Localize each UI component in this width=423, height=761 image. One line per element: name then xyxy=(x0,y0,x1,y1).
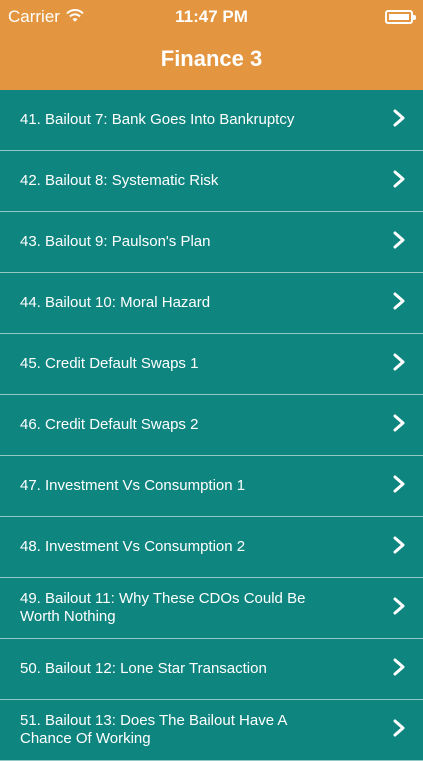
status-bar: Carrier 11:47 PM xyxy=(0,0,423,34)
chevron-right-icon xyxy=(393,475,405,497)
list-item-label: 47. Investment Vs Consumption 1 xyxy=(20,477,246,494)
clock: 11:47 PM xyxy=(175,7,248,26)
chevron-right-icon xyxy=(393,597,405,619)
list-item[interactable]: 41. Bailout 7: Bank Goes Into Bankruptcy xyxy=(0,90,423,151)
lesson-list: 41. Bailout 7: Bank Goes Into Bankruptcy… xyxy=(0,90,423,761)
chevron-right-icon xyxy=(393,658,405,680)
list-item-label: 49. Bailout 11: Why These CDOs Could Be … xyxy=(20,590,306,625)
battery-icon xyxy=(385,10,416,24)
chevron-right-icon xyxy=(393,170,405,192)
list-item[interactable]: 47. Investment Vs Consumption 1 xyxy=(0,456,423,517)
list-item-label: 44. Bailout 10: Moral Hazard xyxy=(20,294,211,311)
list-item-label: 50. Bailout 12: Lone Star Transaction xyxy=(20,660,267,677)
list-item[interactable]: 43. Bailout 9: Paulson's Plan xyxy=(0,212,423,273)
list-item[interactable]: 49. Bailout 11: Why These CDOs Could Be … xyxy=(0,578,423,639)
list-item[interactable]: 44. Bailout 10: Moral Hazard xyxy=(0,273,423,334)
chevron-right-icon xyxy=(393,109,405,131)
list-item-label: 45. Credit Default Swaps 1 xyxy=(20,355,199,372)
list-item-label: 48. Investment Vs Consumption 2 xyxy=(20,538,246,555)
chevron-right-icon xyxy=(393,719,405,741)
chevron-right-icon xyxy=(393,536,405,558)
list-item[interactable]: 48. Investment Vs Consumption 2 xyxy=(0,517,423,578)
header: Carrier 11:47 PM Finance 3 xyxy=(0,0,423,90)
chevron-right-icon xyxy=(393,414,405,436)
chevron-right-icon xyxy=(393,292,405,314)
list-item[interactable]: 42. Bailout 8: Systematic Risk xyxy=(0,151,423,212)
list-item-label: 41. Bailout 7: Bank Goes Into Bankruptcy xyxy=(20,111,295,128)
chevron-right-icon xyxy=(393,231,405,253)
list-item-label: 51. Bailout 13: Does The Bailout Have A … xyxy=(20,712,287,747)
list-item-label: 46. Credit Default Swaps 2 xyxy=(20,416,199,433)
chevron-right-icon xyxy=(393,353,405,375)
list-item[interactable]: 50. Bailout 12: Lone Star Transaction xyxy=(0,639,423,700)
list-item-label: 43. Bailout 9: Paulson's Plan xyxy=(20,233,211,250)
list-item[interactable]: 45. Credit Default Swaps 1 xyxy=(0,334,423,395)
list-item-label: 42. Bailout 8: Systematic Risk xyxy=(20,172,219,189)
list-item[interactable]: 51. Bailout 13: Does The Bailout Have A … xyxy=(0,700,423,761)
page-title: Finance 3 xyxy=(160,46,263,71)
list-item[interactable]: 46. Credit Default Swaps 2 xyxy=(0,395,423,456)
